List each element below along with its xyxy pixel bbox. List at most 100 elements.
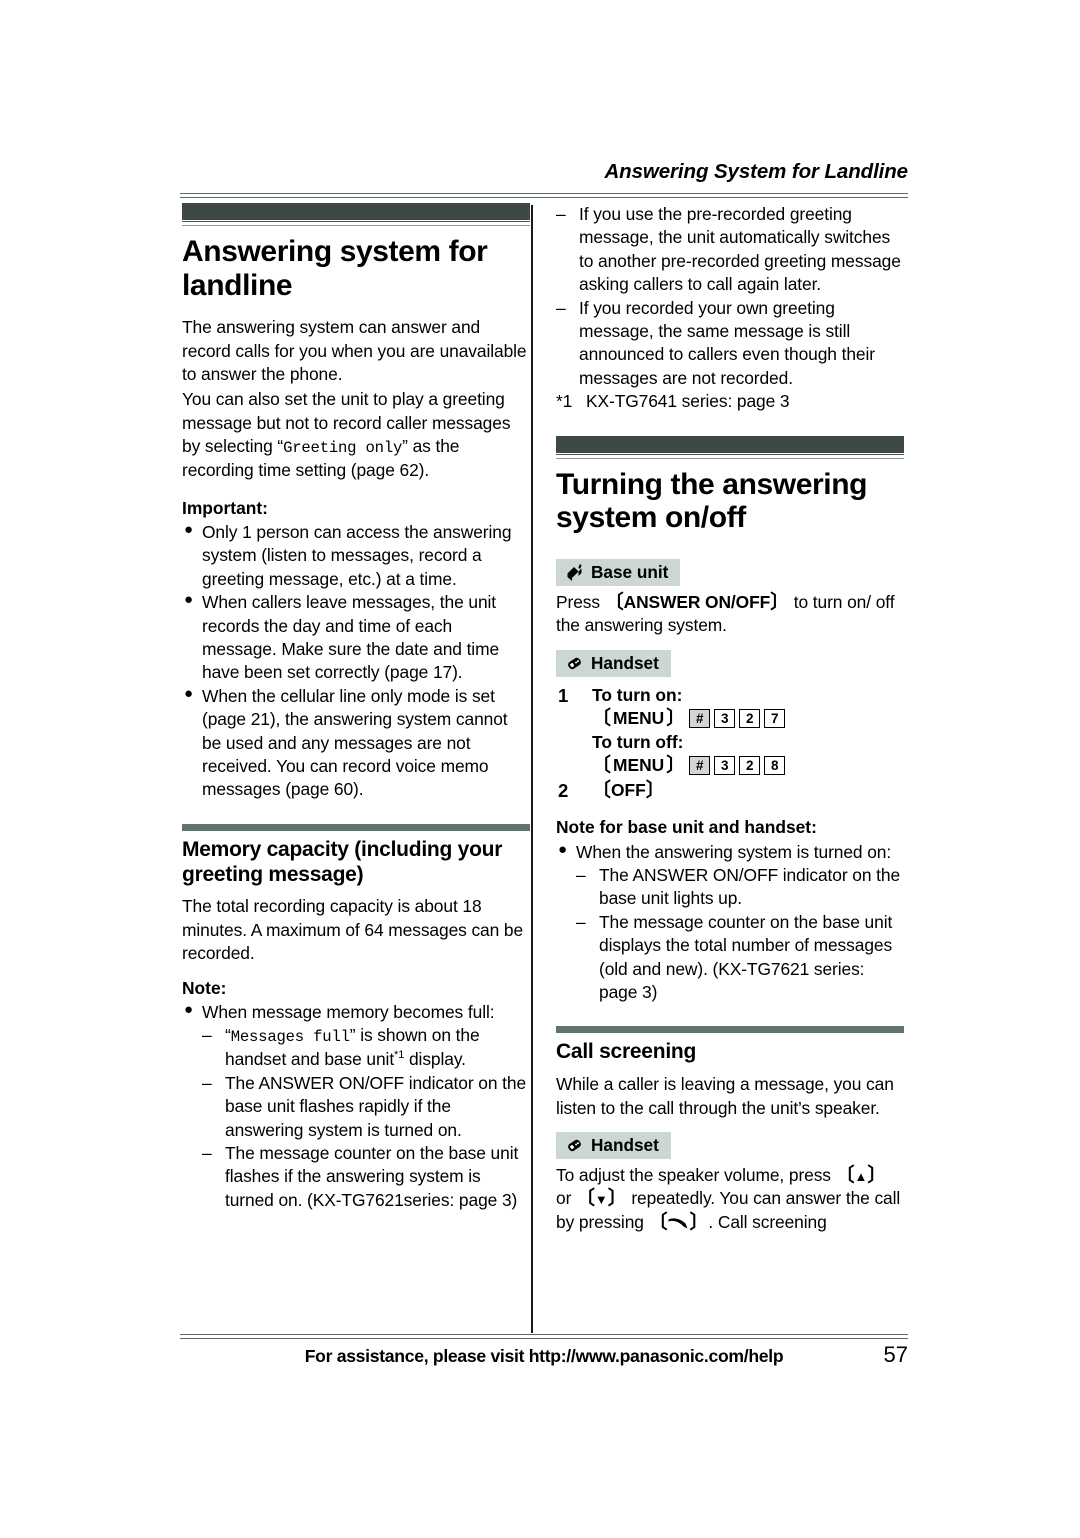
handset-badge-turning: Handset (556, 649, 671, 677)
running-header-title: Answering System for Landline (604, 160, 908, 183)
dash-text: The ANSWER ON/OFF indicator on the base … (599, 864, 901, 909)
dash-icon: – (556, 204, 566, 224)
list-item: 2 〔OFF〕 (556, 779, 904, 802)
header-rule (180, 193, 908, 198)
step-number: 1 (558, 684, 569, 706)
dash-icon: – (202, 1025, 212, 1046)
list-item: ● Only 1 person can access the answering … (182, 521, 530, 591)
dash-text: The message counter on the base unit dis… (599, 911, 893, 1002)
handset-badge-label: Handset (591, 1134, 659, 1155)
base-unit-instruction-before: Press (556, 591, 600, 612)
down-arrow-icon: ▼ (594, 1192, 608, 1208)
call-screening-body: While a caller is leaving a message, you… (556, 1074, 894, 1118)
chapter-bar-rule (182, 221, 530, 226)
important-bullet-list: ● Only 1 person can access the answering … (182, 521, 530, 802)
footnote-line: *1 KX-TG7641 series: page 3 (556, 390, 904, 413)
menu-key-label: MENU (613, 755, 665, 776)
bullet-icon: ● (184, 684, 193, 702)
talk-handset-icon (667, 1212, 689, 1232)
base-unit-badge-label: Base unit (591, 561, 669, 582)
volume-up-key: 〔▲〕 (835, 1164, 887, 1186)
handset-badge-call-screening: Handset (556, 1131, 671, 1159)
press-button-icon (565, 564, 584, 581)
footer-rule (180, 1334, 908, 1339)
intro-mono-value: Greeting only (283, 439, 403, 458)
list-item: ● When message memory becomes full: – “M… (182, 1001, 530, 1212)
turning-section-title: Turning the answering system on/off (556, 467, 868, 535)
turning-note-label: Note for base unit and handset: (556, 817, 817, 838)
instruction-part-4: . Call screening (708, 1211, 827, 1232)
dash-icon: – (202, 1072, 212, 1093)
base-unit-instruction: Press 〔ANSWER ON/OFF〕 to turn on/ off th… (556, 591, 904, 638)
list-item: ● When callers leave messages, the unit r… (182, 591, 530, 685)
dash-mono-value: Messages full (230, 1028, 350, 1047)
dash-text: The ANSWER ON/OFF indicator on the base … (225, 1072, 527, 1140)
keycap-digit: 3 (714, 756, 736, 776)
keycap-hash: # (689, 709, 711, 729)
memory-note-list: ● When message memory becomes full: – “M… (182, 1001, 530, 1212)
turning-steps-list: 1 To turn on: 〔 MENU 〕 # 3 2 7 To turn off… (556, 684, 904, 802)
call-screening-rule (556, 1026, 904, 1034)
dash-icon: – (576, 864, 586, 885)
memory-section-title: Memory capacity (including your greeting… (182, 837, 503, 886)
footnote-marker: *1 (394, 1049, 405, 1062)
keycap-digit: 7 (764, 709, 786, 729)
key-sequence-off: 〔 MENU 〕 # 3 2 8 (592, 754, 786, 777)
dash-text: If you recorded your own greeting messag… (579, 297, 875, 388)
instruction-part-1: To adjust the speaker volume, press (556, 1164, 831, 1185)
column-divider (531, 205, 533, 1333)
keycap-digit: 2 (739, 709, 761, 729)
footer-assistance-text: For assistance, please visit http://www.… (304, 1346, 784, 1366)
bullet-icon: ● (558, 840, 567, 858)
talk-key: 〔〕 (648, 1211, 709, 1233)
base-unit-badge: Base unit (556, 558, 681, 586)
list-item: ● When the answering system is turned on… (556, 841, 904, 1005)
bullet-icon: ● (184, 521, 193, 538)
list-item-text: When the cellular line only mode is set … (202, 685, 508, 800)
turning-section-bar-rule (556, 453, 904, 459)
page-footer: For assistance, please visit http://www.… (180, 1342, 908, 1368)
chapter-title: Answering system for landline (182, 235, 488, 302)
intro-paragraph-1: The answering system can answer and reco… (182, 317, 527, 384)
handset-badge-label: Handset (591, 652, 659, 673)
list-item: – If you recorded your own greeting mess… (556, 297, 904, 391)
call-screening-instruction: To adjust the speaker volume, press 〔▲〕 … (556, 1164, 904, 1234)
bullet-icon: ● (184, 1001, 193, 1019)
list-item: – If you use the pre-recorded greeting m… (556, 203, 904, 297)
off-key-label: OFF (611, 779, 646, 800)
footnote-marker: *1 (556, 391, 573, 412)
page-number: 57 (883, 1342, 908, 1367)
dash-text: If you use the pre-recorded greeting mes… (579, 204, 901, 295)
list-item: – The ANSWER ON/OFF indicator on the bas… (576, 864, 904, 911)
list-item: – The ANSWER ON/OFF indicator on the bas… (202, 1072, 530, 1142)
step-line-text: To turn on: (592, 684, 683, 705)
turning-section-bar (556, 435, 904, 453)
volume-down-key: 〔▼〕 (576, 1188, 627, 1210)
menu-key-label: MENU (613, 708, 665, 729)
list-item: 1 To turn on: 〔 MENU 〕 # 3 2 7 To turn off… (556, 684, 904, 778)
dash-icon: – (576, 911, 586, 932)
turning-note-list: ● When the answering system is turned on… (556, 841, 904, 1005)
keycap-hash: # (689, 756, 711, 776)
instruction-part-2: or (556, 1188, 572, 1209)
list-item-text: Only 1 person can access the answering s… (202, 522, 512, 589)
turning-note-dash-list: – The ANSWER ON/OFF indicator on the bas… (576, 864, 904, 1004)
step-line-text: To turn off: (592, 731, 684, 752)
left-column: Answering system for landline The answer… (182, 203, 530, 1212)
list-item-text: When callers leave messages, the unit re… (202, 592, 500, 683)
continued-dash-list: – If you use the pre-recorded greeting m… (556, 203, 904, 390)
list-item-text: When message memory becomes full: (202, 1002, 495, 1023)
memory-note-label: Note: (182, 977, 227, 998)
memory-note-dash-list: – “Messages full” is shown on the handse… (202, 1024, 530, 1212)
answer-on-off-key-label: ANSWER ON/OFF (623, 591, 771, 612)
right-column: – If you use the pre-recorded greeting m… (556, 203, 904, 1236)
up-arrow-icon: ▲ (854, 1168, 868, 1184)
dash-text: The message counter on the base unit fla… (225, 1143, 519, 1210)
list-item: ● When the cellular line only mode is set… (182, 685, 530, 802)
dash-tail: display. (404, 1049, 466, 1070)
keycap-digit: 3 (714, 709, 736, 729)
answer-on-off-key: 〔ANSWER ON/OFF〕 (604, 591, 790, 613)
dash-icon: – (202, 1143, 212, 1164)
memory-section-rule (182, 823, 530, 831)
bullet-icon: ● (184, 591, 193, 609)
